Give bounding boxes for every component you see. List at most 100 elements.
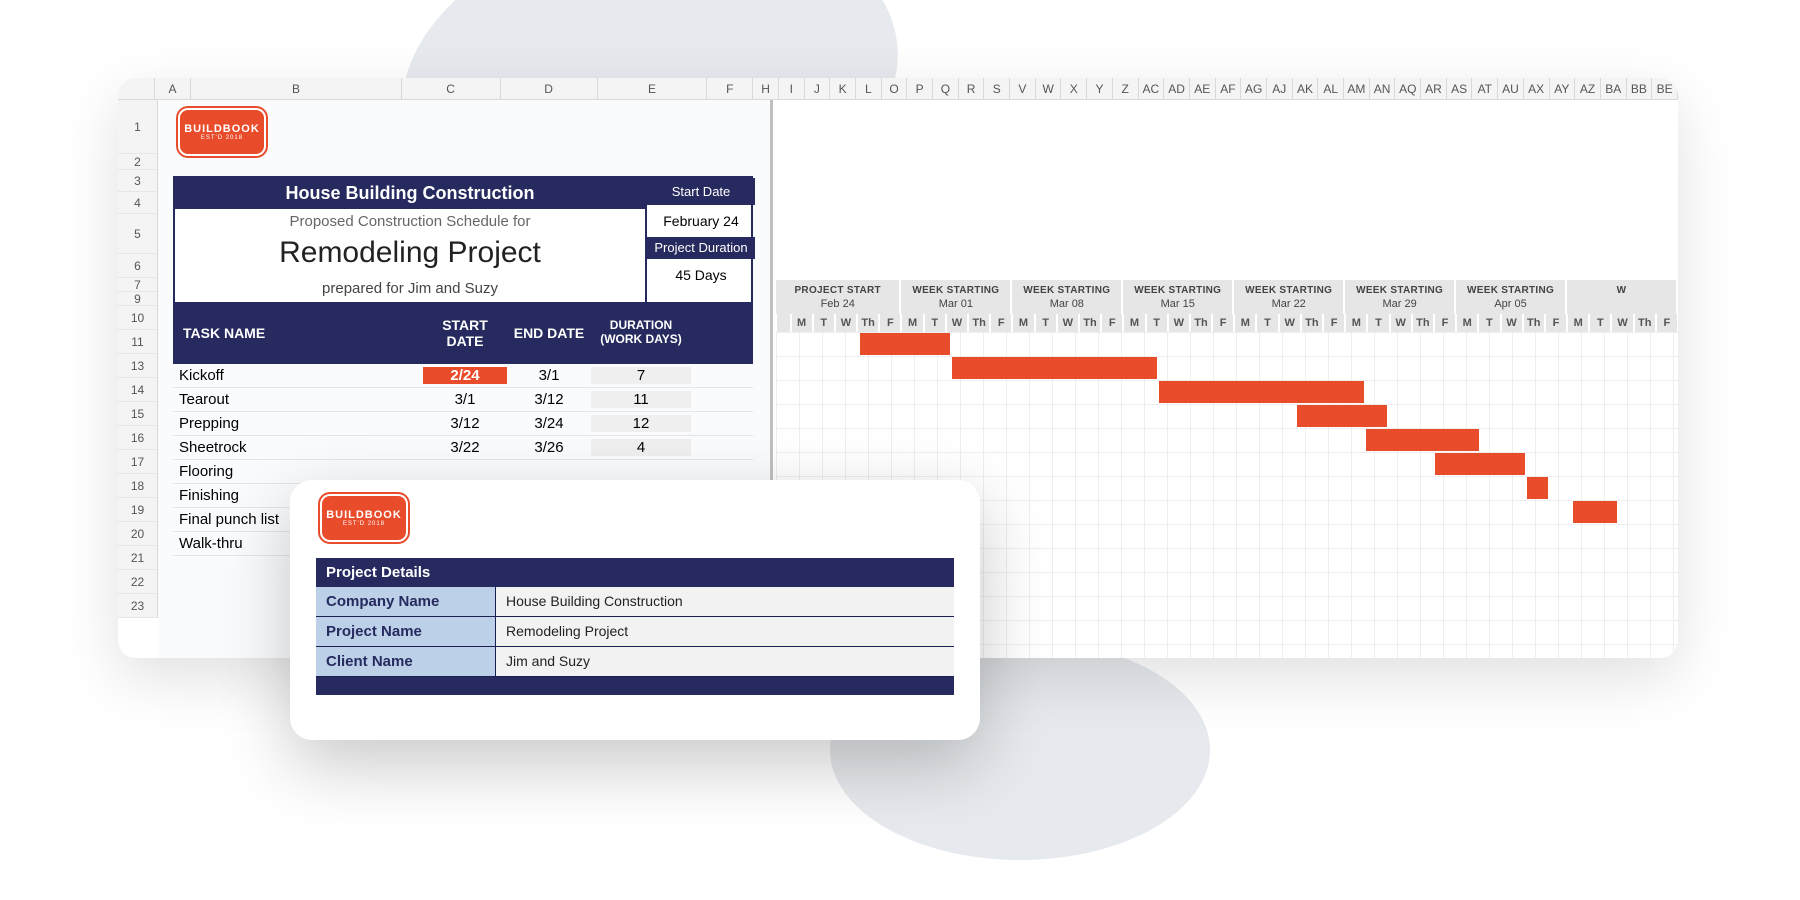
row-numbers[interactable]: 1234567910111314151617181920212223 [118,100,158,618]
col-letter[interactable]: Y [1087,78,1113,99]
col-letter[interactable]: K [830,78,856,99]
task-start[interactable]: 3/22 [423,439,507,456]
col-letter[interactable]: AQ [1395,78,1421,99]
row-number[interactable]: 10 [118,306,158,330]
day-label: F [1323,314,1345,332]
task-row[interactable]: Kickoff 2/24 3/1 7 [173,364,753,388]
col-letter[interactable]: AE [1190,78,1216,99]
col-letter[interactable]: AJ [1267,78,1293,99]
col-letter[interactable]: V [1010,78,1036,99]
row-number[interactable]: 16 [118,426,158,450]
gantt-bar[interactable] [1159,381,1364,403]
col-letter[interactable]: AF [1216,78,1242,99]
row-number[interactable]: 20 [118,522,158,546]
col-letter[interactable]: BE [1652,78,1678,99]
col-letter[interactable]: O [882,78,908,99]
col-letter[interactable]: D [501,78,598,99]
col-letter[interactable]: AG [1241,78,1267,99]
gantt-bar[interactable] [860,333,950,355]
col-letter[interactable]: AN [1370,78,1396,99]
gantt-bar[interactable] [952,357,1157,379]
col-letter[interactable]: AR [1421,78,1447,99]
col-letter[interactable]: P [907,78,933,99]
col-letter[interactable]: AD [1164,78,1190,99]
col-letter[interactable]: B [191,78,401,99]
row-number[interactable]: 22 [118,570,158,594]
row-number[interactable]: 17 [118,450,158,474]
task-end[interactable]: 3/1 [507,367,591,384]
task-name[interactable]: Prepping [173,415,423,432]
col-letter[interactable]: Z [1113,78,1139,99]
gantt-bar[interactable] [1435,453,1525,475]
col-letter[interactable]: AY [1550,78,1576,99]
col-letter[interactable]: AS [1447,78,1473,99]
col-letter[interactable]: AU [1498,78,1524,99]
col-letter[interactable]: AK [1293,78,1319,99]
col-letter[interactable]: Q [933,78,959,99]
task-row[interactable]: Sheetrock 3/22 3/26 4 [173,436,753,460]
row-number[interactable]: 18 [118,474,158,498]
col-letter[interactable]: A [155,78,192,99]
task-end[interactable]: 3/26 [507,439,591,456]
task-duration[interactable]: 4 [591,439,691,456]
row-number[interactable]: 15 [118,402,158,426]
col-letter[interactable]: H [753,78,779,99]
col-letter[interactable]: C [402,78,501,99]
col-letter[interactable]: R [959,78,985,99]
task-duration[interactable]: 12 [591,415,691,432]
day-label: W [1501,314,1523,332]
col-letter[interactable]: AT [1472,78,1498,99]
row-number[interactable]: 14 [118,378,158,402]
details-key: Project Name [316,617,496,646]
row-number[interactable]: 21 [118,546,158,570]
row-number[interactable]: 3 [118,170,158,192]
task-row[interactable]: Tearout 3/1 3/12 11 [173,388,753,412]
col-letter[interactable]: E [598,78,708,99]
details-value[interactable]: House Building Construction [496,587,954,616]
task-name[interactable]: Kickoff [173,367,423,384]
task-name[interactable]: Sheetrock [173,439,423,456]
task-duration[interactable]: 7 [591,367,691,384]
row-number[interactable]: 2 [118,154,158,170]
details-value[interactable]: Remodeling Project [496,617,954,646]
row-number[interactable]: 6 [118,254,158,278]
task-name[interactable]: Tearout [173,391,423,408]
col-letter[interactable]: AZ [1575,78,1601,99]
row-number[interactable]: 7 [118,278,158,292]
col-letter[interactable]: J [805,78,831,99]
col-letter[interactable]: X [1061,78,1087,99]
col-letter[interactable]: BB [1627,78,1653,99]
col-letter[interactable]: I [779,78,805,99]
col-letter[interactable]: L [856,78,882,99]
task-end[interactable]: 3/24 [507,415,591,432]
column-headers[interactable]: ABCDEFHIJKLOPQRSVWXYZACADAEAFAGAJAKALAMA… [118,78,1678,100]
row-number[interactable]: 4 [118,192,158,214]
gantt-bar[interactable] [1573,501,1617,523]
gantt-bar[interactable] [1366,429,1479,451]
task-end[interactable]: 3/12 [507,391,591,408]
row-number[interactable]: 19 [118,498,158,522]
col-letter[interactable]: AM [1344,78,1370,99]
col-letter[interactable]: AC [1139,78,1165,99]
col-letter[interactable]: S [984,78,1010,99]
task-row[interactable]: Prepping 3/12 3/24 12 [173,412,753,436]
gantt-bar[interactable] [1527,477,1548,499]
task-duration[interactable]: 11 [591,391,691,408]
row-number[interactable]: 23 [118,594,158,618]
col-letter[interactable]: W [1036,78,1062,99]
task-start[interactable]: 3/1 [423,391,507,408]
col-letter[interactable]: F [707,78,753,99]
task-start[interactable]: 3/12 [423,415,507,432]
col-letter[interactable]: BA [1601,78,1627,99]
col-letter[interactable]: AX [1524,78,1550,99]
col-letter[interactable]: AL [1318,78,1344,99]
task-start[interactable]: 2/24 [423,367,507,384]
task-name[interactable]: Flooring [173,463,423,480]
row-number[interactable]: 13 [118,354,158,378]
row-number[interactable]: 5 [118,214,158,254]
details-value[interactable]: Jim and Suzy [496,647,954,676]
row-number[interactable]: 1 [118,100,158,154]
gantt-bar[interactable] [1297,405,1387,427]
row-number[interactable]: 11 [118,330,158,354]
row-number[interactable]: 9 [118,292,158,306]
